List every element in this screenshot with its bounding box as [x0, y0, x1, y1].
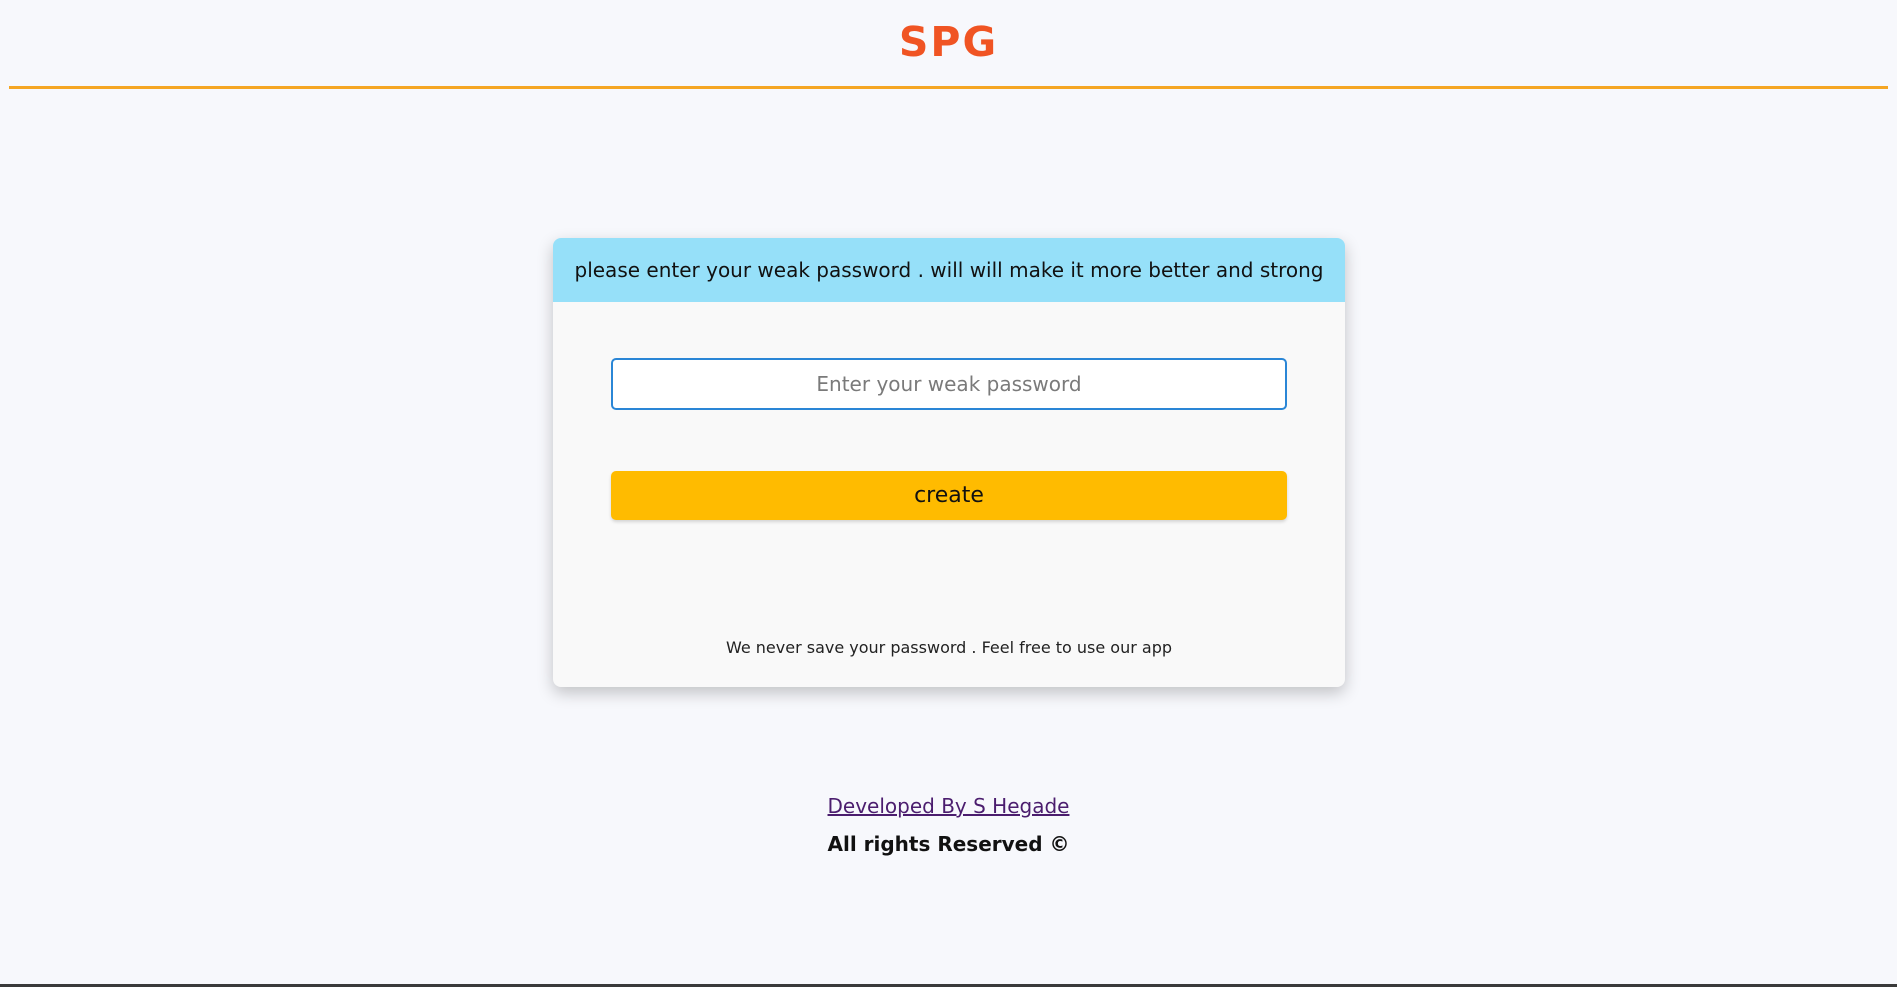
site-logo: SPG	[898, 18, 999, 66]
header-divider	[9, 86, 1888, 89]
site-footer: Developed By S Hegade All rights Reserve…	[0, 792, 1897, 856]
password-card: please enter your weak password . will w…	[553, 238, 1345, 687]
rights-text: All rights Reserved ©	[827, 832, 1070, 856]
privacy-note: We never save your password . Feel free …	[725, 638, 1173, 657]
instruction-banner: please enter your weak password . will w…	[553, 238, 1345, 302]
create-button[interactable]: create	[611, 471, 1287, 520]
developer-link[interactable]: Developed By S Hegade	[828, 792, 1070, 820]
site-header: SPG	[0, 0, 1897, 89]
weak-password-input[interactable]	[611, 358, 1287, 410]
